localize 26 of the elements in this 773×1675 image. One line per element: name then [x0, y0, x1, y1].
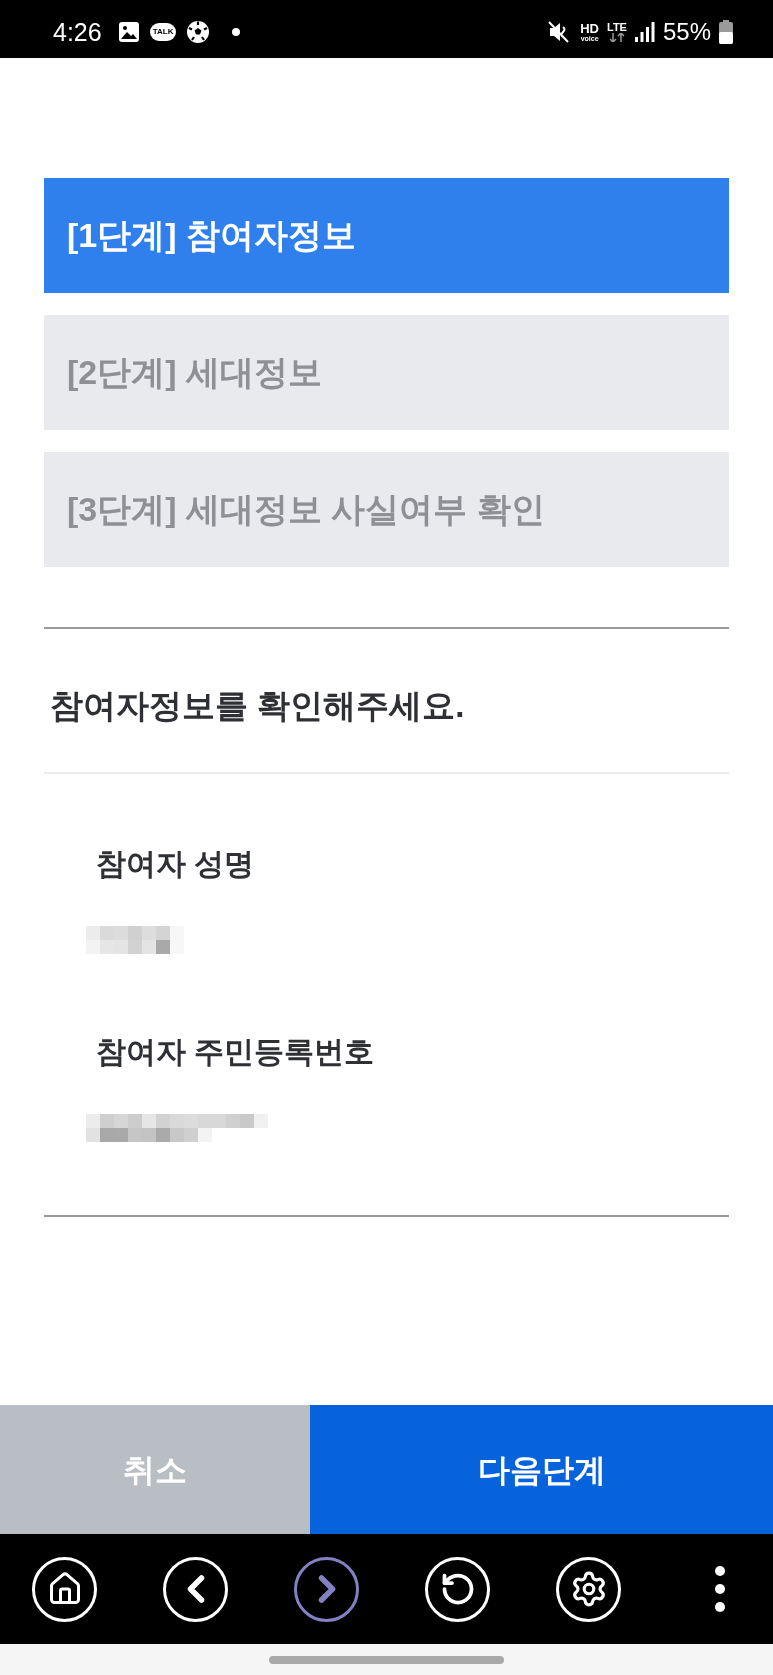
data-arrows-icon [608, 33, 625, 42]
more-icon [714, 1566, 725, 1612]
field-label: 참여자 주민등록번호 [96, 1037, 375, 1067]
notification-dot-icon [232, 28, 241, 36]
section-title: 참여자정보를 확인해주세요. [50, 685, 465, 726]
step-tab[interactable]: [1단계] 참여자정보 [44, 178, 729, 293]
forward-button[interactable] [294, 1556, 359, 1622]
image-icon [117, 21, 140, 43]
next-step-button[interactable]: 다음단계 [310, 1405, 773, 1534]
gesture-handle[interactable] [269, 1655, 504, 1664]
network-label: LTE [607, 22, 627, 33]
step-tab[interactable]: [2단계] 세대정보 [44, 315, 729, 430]
talk-badge: TALK [149, 23, 177, 41]
battery-percent: 55% [662, 20, 711, 44]
settings-button[interactable] [556, 1556, 621, 1622]
step-tab[interactable]: [3단계] 세대정보 사실여부 확인 [44, 452, 729, 567]
field-label: 참여자 성명 [96, 849, 255, 879]
battery-icon [719, 20, 733, 44]
clock-time: 4:26 [53, 19, 102, 45]
hd-label: HD [580, 22, 599, 35]
soccer-ball-icon [186, 20, 211, 44]
home-button[interactable] [32, 1556, 97, 1622]
signal-icon [634, 22, 655, 42]
back-button[interactable] [163, 1556, 228, 1622]
cancel-button[interactable]: 취소 [0, 1405, 310, 1534]
refresh-button[interactable] [425, 1556, 490, 1622]
